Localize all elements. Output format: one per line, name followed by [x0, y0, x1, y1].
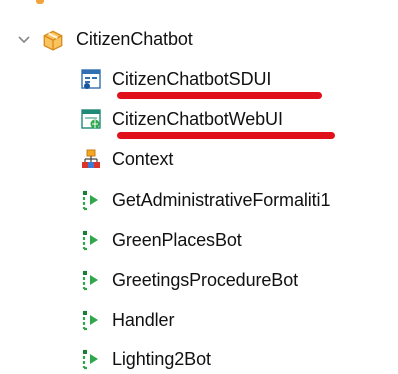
tree-item-label: Context — [112, 149, 174, 169]
tree-item-procedure[interactable]: Handler — [80, 303, 174, 337]
tree-item-label: Lighting2Bot — [112, 349, 211, 369]
tree-item-label: CitizenChatbotSDUI — [112, 69, 272, 89]
red-underline-annotation — [117, 92, 322, 99]
tree-node-label: CitizenChatbot — [76, 29, 193, 49]
tree-item-procedure[interactable]: GreenPlacesBot — [80, 223, 242, 257]
object-tree: CitizenChatbot CitizenChatbotSDUI Citize… — [0, 0, 398, 374]
context-structure-icon — [82, 149, 100, 168]
chevron-down-icon[interactable] — [14, 29, 34, 49]
previous-item-icon-edge — [36, 0, 44, 4]
tree-node-module[interactable]: CitizenChatbot — [14, 22, 193, 56]
tree-item-label: Handler — [112, 310, 175, 330]
tree-item-procedure[interactable]: GreetingsProcedureBot — [80, 263, 298, 297]
tree-item-label: GetAdministrativeFormaliti1 — [112, 190, 331, 210]
tree-item-webui[interactable]: CitizenChatbotWebUI — [80, 102, 283, 136]
red-underline-annotation — [117, 132, 335, 139]
tree-item-label: GreenPlacesBot — [112, 230, 242, 250]
procedure-icon — [82, 230, 98, 251]
sd-panel-icon — [81, 69, 101, 89]
web-panel-icon — [81, 109, 101, 129]
tree-item-label: CitizenChatbotWebUI — [112, 109, 283, 129]
tree-item-context[interactable]: Context — [80, 142, 173, 176]
tree-item-procedure[interactable]: GetAdministrativeFormaliti1 — [80, 183, 330, 217]
procedure-icon — [82, 310, 98, 331]
procedure-icon — [82, 270, 98, 291]
procedure-icon — [82, 349, 98, 370]
previous-item-edge — [0, 0, 398, 14]
tree-item-sdui[interactable]: CitizenChatbotSDUI — [80, 62, 271, 96]
tree-item-procedure[interactable]: Lighting2Bot — [80, 342, 211, 374]
tree-item-label: GreetingsProcedureBot — [112, 270, 299, 290]
module-package-icon — [43, 30, 63, 51]
procedure-icon — [82, 190, 98, 211]
